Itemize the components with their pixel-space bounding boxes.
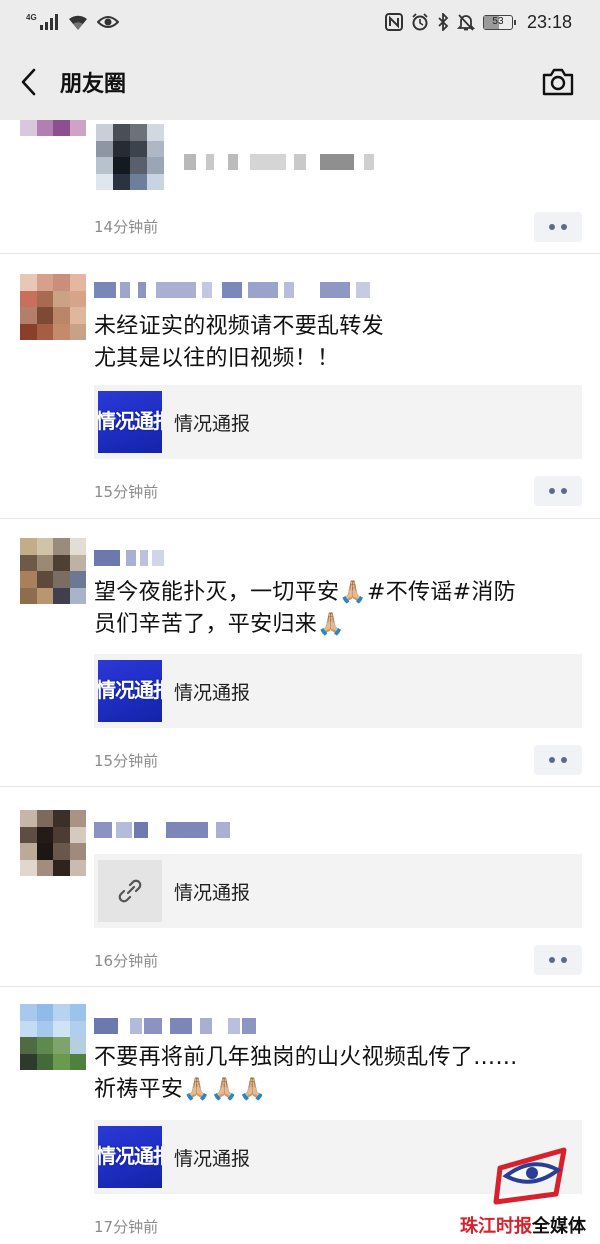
post-time: 15分钟前: [94, 752, 159, 770]
post-time: 14分钟前: [94, 218, 159, 236]
post-text: 不要再将前几年独岗的山火视频乱传了…… 祈祷平安🙏🏼🙏🏼🙏🏼: [94, 1042, 574, 1106]
dot-icon: [549, 757, 555, 763]
link-title: 情况通报: [174, 413, 251, 435]
bell-off-icon: [456, 14, 475, 31]
post-text-line: 不要再将前几年独岗的山火视频乱传了……: [94, 1045, 518, 1070]
post-time: 16分钟前: [94, 952, 159, 970]
post-time: 17分钟前: [94, 1218, 159, 1236]
dot-icon: [549, 488, 555, 494]
thumbnail-text: 情况通报: [98, 1144, 162, 1168]
blurred-text: [184, 150, 374, 174]
status-bar: 4G 53 23:18: [0, 0, 600, 44]
more-button[interactable]: [534, 945, 582, 975]
dot-icon: [561, 488, 567, 494]
divider: [0, 986, 600, 987]
dot-icon: [561, 757, 567, 763]
camera-button[interactable]: [540, 64, 576, 100]
back-button[interactable]: [12, 62, 48, 102]
eye-logo-icon: [493, 1147, 567, 1205]
shared-link-card[interactable]: 情况通报 情况通报: [94, 385, 582, 459]
publisher-watermark: 珠江时报全媒体: [460, 1138, 596, 1238]
signal-icon: [39, 14, 58, 30]
post-text-line: 望今夜能扑灭，一切平安🙏🏼#不传谣#消防: [94, 580, 516, 605]
battery-icon: 53: [482, 14, 516, 30]
avatar[interactable]: [20, 538, 86, 604]
link-thumbnail: [98, 860, 162, 922]
post-text: 未经证实的视频请不要乱转发 尤其是以往的旧视频！！: [94, 311, 574, 375]
thumbnail-text: 情况通报: [98, 409, 162, 433]
post-text-line: 未经证实的视频请不要乱转发: [94, 314, 384, 339]
dot-icon: [561, 957, 567, 963]
link-thumbnail: 情况通报: [98, 660, 162, 722]
avatar[interactable]: [20, 120, 86, 136]
post-text-line: 祈祷平安🙏🏼🙏🏼🙏🏼: [94, 1077, 267, 1102]
alarm-icon: [412, 13, 428, 31]
more-button[interactable]: [534, 212, 582, 242]
divider: [0, 786, 600, 787]
bluetooth-icon: [438, 13, 449, 31]
watermark-brand: 珠江时报: [460, 1216, 532, 1237]
username-blurred[interactable]: [94, 1014, 256, 1038]
divider: [0, 518, 600, 519]
chevron-left-icon: [21, 68, 36, 96]
post-text-line: 尤其是以往的旧视频！！: [94, 346, 340, 371]
dot-icon: [561, 224, 567, 230]
navigation-bar: 朋友圈: [0, 44, 600, 120]
link-thumbnail: 情况通报: [98, 391, 162, 453]
clock: 23:18: [526, 11, 572, 32]
username-blurred[interactable]: [94, 818, 230, 842]
link-title: 情况通报: [174, 682, 251, 704]
eye-icon: [96, 16, 119, 28]
moments-feed[interactable]: 14分钟前 未经证实的视频请不要乱转发 尤其是以往的旧视频！！ 情况通报 情况通…: [0, 120, 600, 1244]
dot-icon: [549, 957, 555, 963]
post-text: 望今夜能扑灭，一切平安🙏🏼#不传谣#消防 员们辛苦了，平安归来🙏🏼: [94, 577, 574, 641]
post-text-line: 员们辛苦了，平安归来🙏🏼: [94, 612, 345, 637]
more-button[interactable]: [534, 745, 582, 775]
avatar[interactable]: [20, 1004, 86, 1070]
post-image[interactable]: [96, 124, 164, 190]
link-title: 情况通报: [174, 1148, 251, 1170]
nfc-icon: [384, 13, 403, 31]
dot-icon: [549, 224, 555, 230]
avatar[interactable]: [20, 810, 86, 876]
link-title: 情况通报: [174, 882, 251, 904]
link-thumbnail: 情况通报: [98, 1126, 162, 1188]
more-button[interactable]: [534, 476, 582, 506]
shared-link-card[interactable]: 情况通报 情况通报: [94, 654, 582, 728]
thumbnail-text: 情况通报: [98, 678, 162, 702]
post-time: 15分钟前: [94, 483, 159, 501]
avatar[interactable]: [20, 274, 86, 340]
page-title: 朋友圈: [60, 72, 127, 97]
watermark-text: 珠江时报全媒体: [460, 1212, 586, 1238]
divider: [0, 253, 600, 254]
battery-level: 53: [492, 15, 504, 27]
watermark-suffix: 全媒体: [532, 1216, 586, 1237]
shared-link-card[interactable]: 情况通报: [94, 854, 582, 928]
network-type-label: 4G: [26, 12, 37, 22]
link-icon: [118, 879, 142, 903]
wifi-icon: [68, 15, 87, 30]
username-blurred[interactable]: [94, 278, 370, 302]
camera-icon: [542, 68, 574, 96]
username-blurred[interactable]: [94, 546, 164, 570]
